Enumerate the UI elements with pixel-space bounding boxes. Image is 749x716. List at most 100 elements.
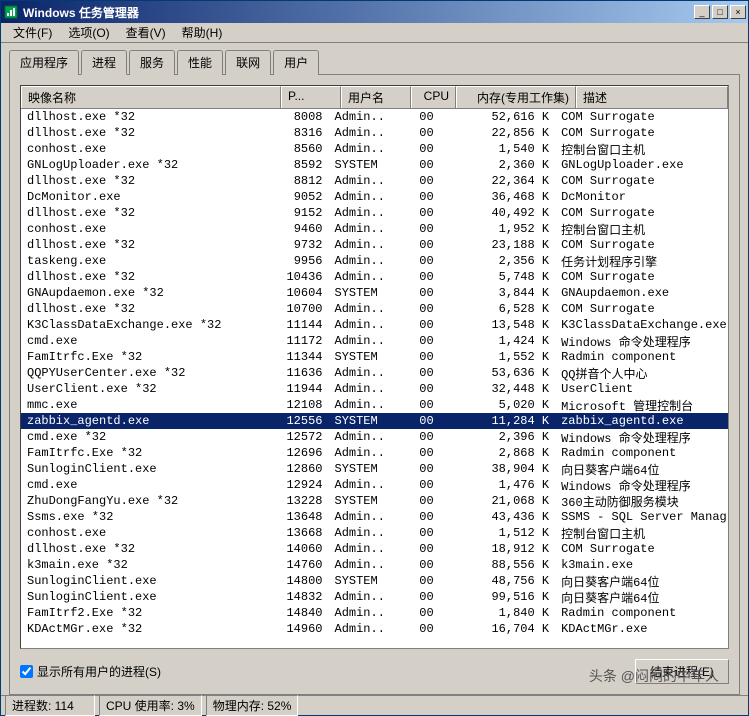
cell-desc: COM Surrogate <box>555 238 728 252</box>
show-all-users-input[interactable] <box>20 665 33 678</box>
end-process-button[interactable]: 结束进程(E) <box>635 659 729 684</box>
cell-desc: Radmin component <box>555 606 728 620</box>
table-row[interactable]: FamItrf2.Exe *3214840Admin..001,840 KRad… <box>21 605 728 621</box>
col-image-name[interactable]: 映像名称 <box>21 86 281 108</box>
show-all-users-label: 显示所有用户的进程(S) <box>37 663 161 680</box>
col-memory[interactable]: 内存(专用工作集) <box>456 86 576 108</box>
cell-mem: 1,552 K <box>440 350 555 364</box>
cell-name: conhost.exe <box>21 142 271 156</box>
cell-desc: Windows 命令处理程序 <box>555 333 728 350</box>
cell-pid: 14760 <box>271 558 329 572</box>
col-user[interactable]: 用户名 <box>341 86 411 108</box>
table-row[interactable]: SunloginClient.exe14800SYSTEM0048,756 K向… <box>21 573 728 589</box>
table-row[interactable]: conhost.exe8560Admin..001,540 K控制台窗口主机 <box>21 141 728 157</box>
table-row[interactable]: conhost.exe13668Admin..001,512 K控制台窗口主机 <box>21 525 728 541</box>
table-row[interactable]: dllhost.exe *329732Admin..0023,188 KCOM … <box>21 237 728 253</box>
table-row[interactable]: cmd.exe *3212572Admin..002,396 KWindows … <box>21 429 728 445</box>
menu-view[interactable]: 查看(V) <box>118 22 174 43</box>
tab-processes[interactable]: 进程 <box>81 50 127 75</box>
cell-name: SunloginClient.exe <box>21 462 271 476</box>
cell-pid: 14800 <box>271 574 329 588</box>
tab-services[interactable]: 服务 <box>129 50 175 75</box>
table-row[interactable]: dllhost.exe *3210436Admin..005,748 KCOM … <box>21 269 728 285</box>
window-title: Windows 任务管理器 <box>23 4 692 21</box>
cell-cpu: 00 <box>396 270 440 284</box>
cell-name: dllhost.exe *32 <box>21 126 271 140</box>
table-row[interactable]: GNAupdaemon.exe *3210604SYSTEM003,844 KG… <box>21 285 728 301</box>
table-row[interactable]: SunloginClient.exe14832Admin..0099,516 K… <box>21 589 728 605</box>
table-body[interactable]: dllhost.exe *328008Admin..0052,616 KCOM … <box>21 109 728 639</box>
table-row[interactable]: taskeng.exe9956Admin..002,356 K任务计划程序引擎 <box>21 253 728 269</box>
table-row[interactable]: DcMonitor.exe9052Admin..0036,468 KDcMoni… <box>21 189 728 205</box>
table-row[interactable]: dllhost.exe *328316Admin..0022,856 KCOM … <box>21 125 728 141</box>
table-row[interactable]: dllhost.exe *328812Admin..0022,364 KCOM … <box>21 173 728 189</box>
table-row[interactable]: GNLogUploader.exe *328592SYSTEM002,360 K… <box>21 157 728 173</box>
cell-name: FamItrf2.Exe *32 <box>21 606 271 620</box>
cell-cpu: 00 <box>396 542 440 556</box>
cell-cpu: 00 <box>396 158 440 172</box>
table-row[interactable]: cmd.exe11172Admin..001,424 KWindows 命令处理… <box>21 333 728 349</box>
table-row[interactable]: QQPYUserCenter.exe *3211636Admin..0053,6… <box>21 365 728 381</box>
tab-content: 映像名称 P... 用户名 CPU 内存(专用工作集) 描述 dllhost.e… <box>9 75 740 695</box>
cell-pid: 9956 <box>271 254 329 268</box>
menu-options[interactable]: 选项(O) <box>60 22 117 43</box>
cell-mem: 22,364 K <box>440 174 555 188</box>
menu-help[interactable]: 帮助(H) <box>174 22 231 43</box>
cell-user: Admin.. <box>329 478 397 492</box>
tab-applications[interactable]: 应用程序 <box>9 50 79 75</box>
minimize-button[interactable]: _ <box>694 5 710 19</box>
table-row[interactable]: Ssms.exe *3213648Admin..0043,436 KSSMS -… <box>21 509 728 525</box>
table-row[interactable]: UserClient.exe *3211944Admin..0032,448 K… <box>21 381 728 397</box>
cell-name: DcMonitor.exe <box>21 190 271 204</box>
tab-performance[interactable]: 性能 <box>177 50 223 75</box>
cell-cpu: 00 <box>396 382 440 396</box>
table-row[interactable]: KDActMGr.exe *3214960Admin..0016,704 KKD… <box>21 621 728 637</box>
maximize-button[interactable]: □ <box>712 5 728 19</box>
table-row[interactable]: dllhost.exe *3214060Admin..0018,912 KCOM… <box>21 541 728 557</box>
menu-file[interactable]: 文件(F) <box>5 22 60 43</box>
table-row[interactable]: FamItrfc.Exe *3212696Admin..002,868 KRad… <box>21 445 728 461</box>
close-button[interactable]: × <box>730 5 746 19</box>
cell-cpu: 00 <box>396 558 440 572</box>
cell-name: dllhost.exe *32 <box>21 238 271 252</box>
cell-user: Admin.. <box>329 606 397 620</box>
cell-cpu: 00 <box>396 222 440 236</box>
table-row[interactable]: mmc.exe12108Admin..005,020 KMicrosoft 管理… <box>21 397 728 413</box>
tab-networking[interactable]: 联网 <box>225 50 271 75</box>
cell-cpu: 00 <box>396 302 440 316</box>
cell-desc: GNAupdaemon.exe <box>555 286 728 300</box>
cell-mem: 53,636 K <box>440 366 555 380</box>
cell-pid: 10604 <box>271 286 329 300</box>
tab-users[interactable]: 用户 <box>273 50 319 75</box>
table-row[interactable]: ZhuDongFangYu.exe *3213228SYSTEM0021,068… <box>21 493 728 509</box>
cell-mem: 13,548 K <box>440 318 555 332</box>
cell-cpu: 00 <box>396 494 440 508</box>
table-row[interactable]: dllhost.exe *328008Admin..0052,616 KCOM … <box>21 109 728 125</box>
cell-pid: 8560 <box>271 142 329 156</box>
cell-pid: 10436 <box>271 270 329 284</box>
table-row[interactable]: FamItrfc.Exe *3211344SYSTEM001,552 KRadm… <box>21 349 728 365</box>
cell-desc: COM Surrogate <box>555 174 728 188</box>
cell-cpu: 00 <box>396 414 440 428</box>
cell-user: Admin.. <box>329 206 397 220</box>
show-all-users-checkbox[interactable]: 显示所有用户的进程(S) <box>20 663 161 680</box>
table-row[interactable]: dllhost.exe *329152Admin..0040,492 KCOM … <box>21 205 728 221</box>
table-row[interactable]: K3ClassDataExchange.exe *3211144Admin..0… <box>21 317 728 333</box>
table-row[interactable]: cmd.exe12924Admin..001,476 KWindows 命令处理… <box>21 477 728 493</box>
table-row[interactable]: conhost.exe9460Admin..001,952 K控制台窗口主机 <box>21 221 728 237</box>
cell-mem: 1,540 K <box>440 142 555 156</box>
table-row[interactable]: dllhost.exe *3210700Admin..006,528 KCOM … <box>21 301 728 317</box>
col-pid[interactable]: P... <box>281 86 341 108</box>
cell-pid: 13668 <box>271 526 329 540</box>
col-description[interactable]: 描述 <box>576 86 728 108</box>
table-row[interactable]: zabbix_agentd.exe12556SYSTEM0011,284 Kza… <box>21 413 728 429</box>
titlebar[interactable]: Windows 任务管理器 _ □ × <box>1 1 748 23</box>
cell-mem: 21,068 K <box>440 494 555 508</box>
table-row[interactable]: k3main.exe *3214760Admin..0088,556 Kk3ma… <box>21 557 728 573</box>
cell-desc: DcMonitor <box>555 190 728 204</box>
table-row[interactable]: SunloginClient.exe12860SYSTEM0038,904 K向… <box>21 461 728 477</box>
cell-user: Admin.. <box>329 190 397 204</box>
cell-name: cmd.exe <box>21 334 271 348</box>
col-cpu[interactable]: CPU <box>411 86 456 108</box>
cell-desc: Radmin component <box>555 350 728 364</box>
